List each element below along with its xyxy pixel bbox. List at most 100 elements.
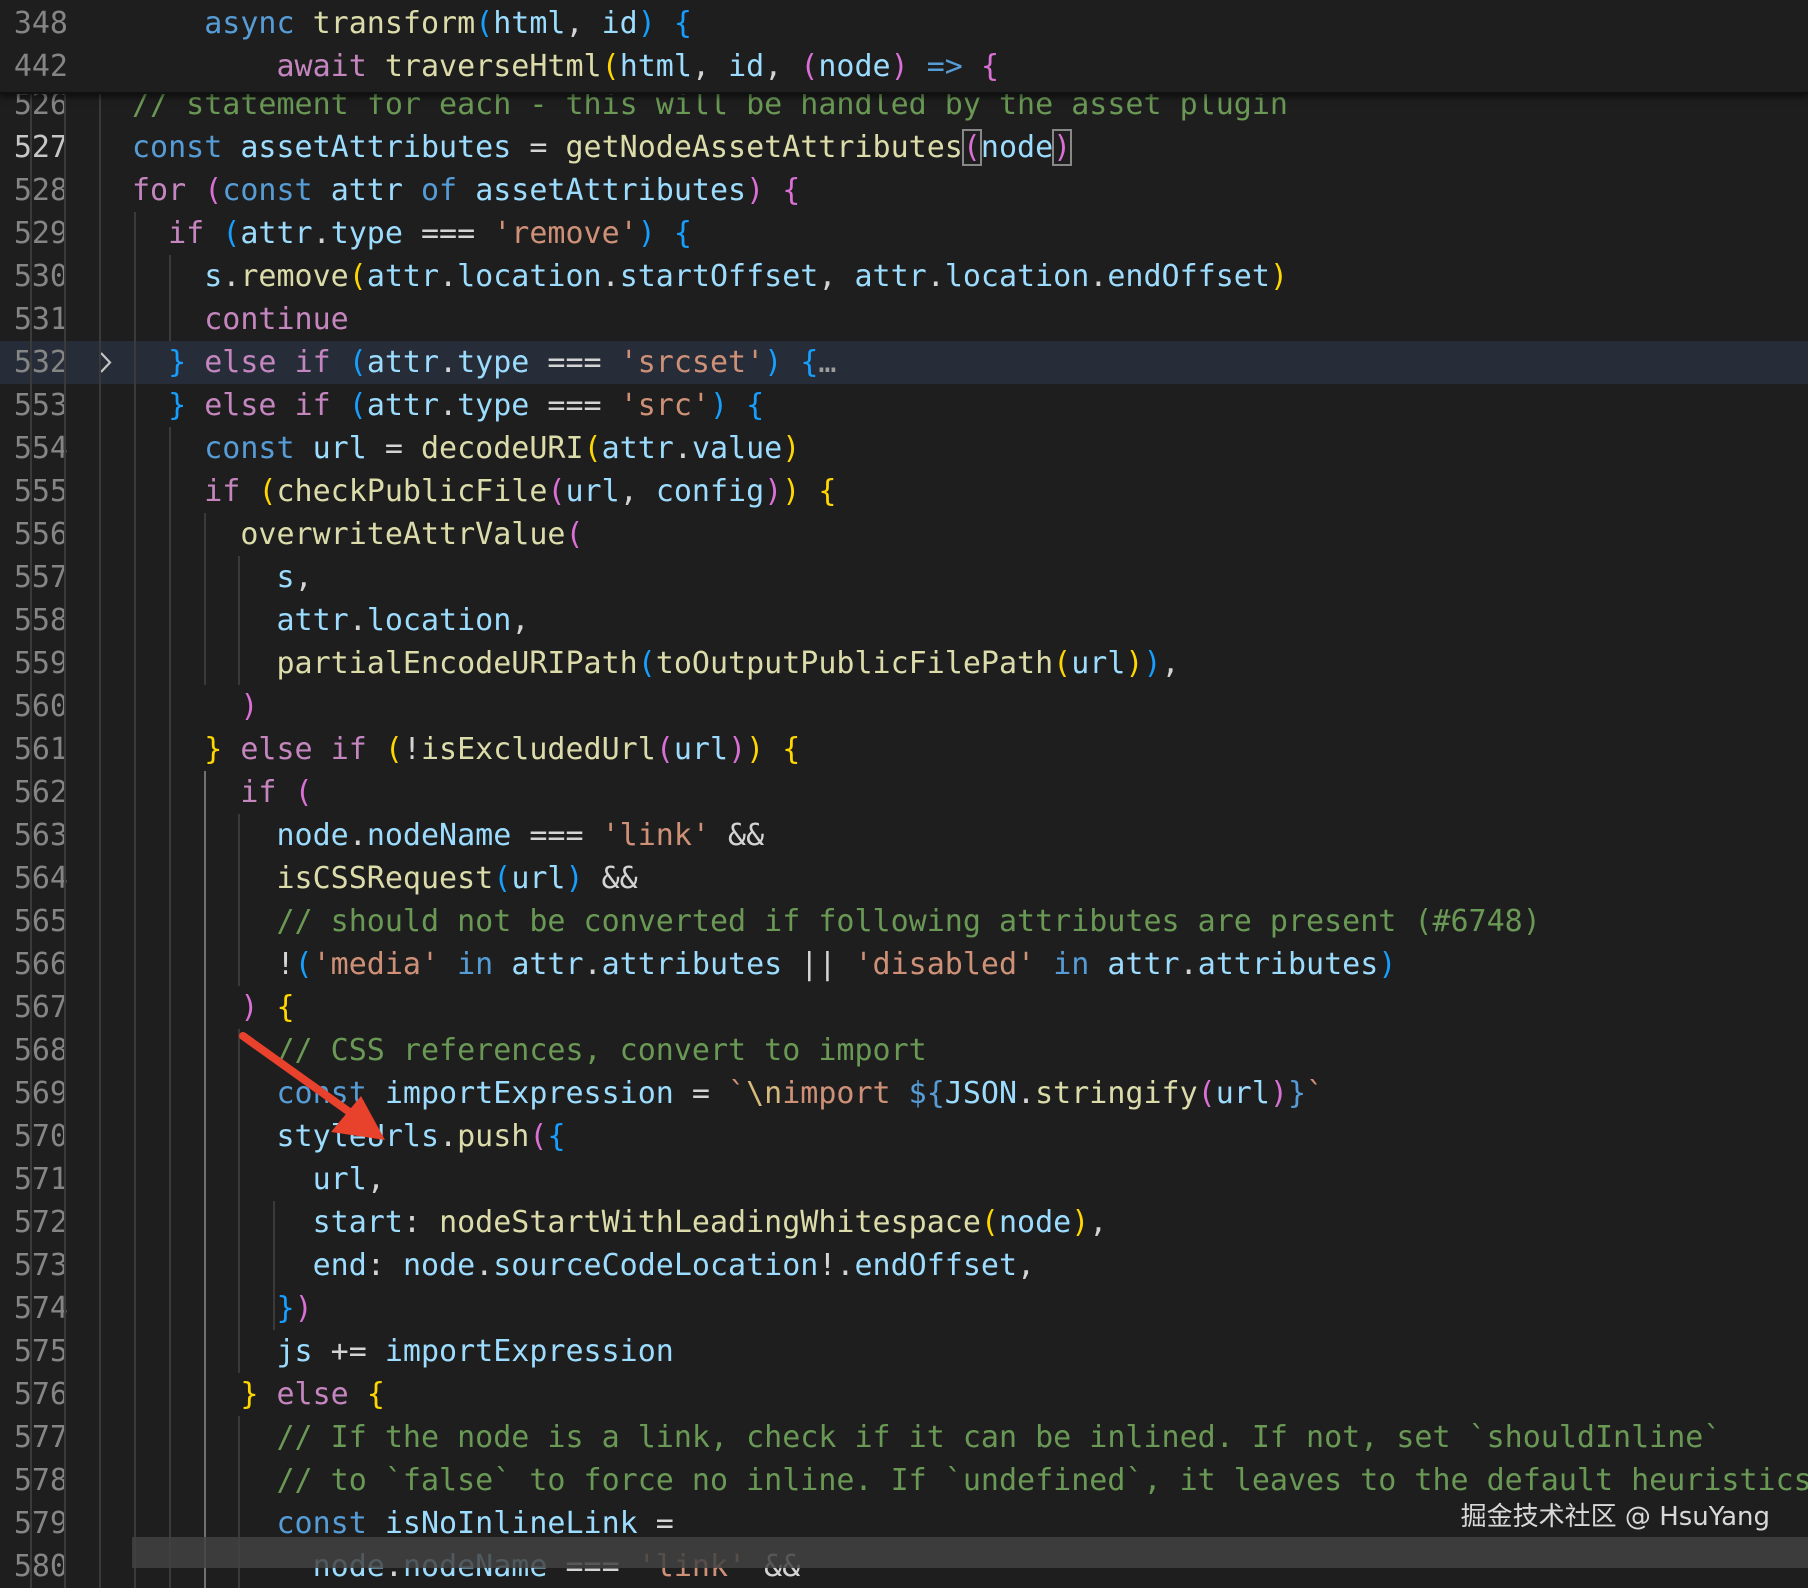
code-line[interactable]: 574 }) (0, 1287, 1808, 1330)
code-line[interactable]: 561 } else if (!isExcludedUrl(url)) { (0, 728, 1808, 771)
line-number[interactable]: 565 (0, 900, 68, 943)
code-line[interactable]: 567 ) { (0, 986, 1808, 1029)
line-number[interactable]: 574 (0, 1287, 68, 1330)
line-number[interactable]: 553 (0, 384, 68, 427)
line-number[interactable]: 561 (0, 728, 68, 771)
chevron-right-icon[interactable] (95, 341, 115, 384)
code-line[interactable]: 528 for (const attr of assetAttributes) { (0, 169, 1808, 212)
sticky-scroll-header[interactable]: 348 async transform(html, id) {442 await… (0, 0, 1808, 94)
code-text[interactable]: partialEncodeURIPath(toOutputPublicFileP… (132, 642, 1180, 685)
code-line[interactable]: 553 } else if (attr.type === 'src') { (0, 384, 1808, 427)
line-number[interactable]: 569 (0, 1072, 68, 1115)
code-text[interactable]: start: nodeStartWithLeadingWhitespace(no… (132, 1201, 1107, 1244)
code-line[interactable]: 560 ) (0, 685, 1808, 728)
code-line[interactable]: 531 continue (0, 298, 1808, 341)
line-number[interactable]: 568 (0, 1029, 68, 1072)
line-number[interactable]: 564 (0, 857, 68, 900)
code-text[interactable]: ) (132, 685, 258, 728)
line-number[interactable]: 559 (0, 642, 68, 685)
code-line[interactable]: 554 const url = decodeURI(attr.value) (0, 427, 1808, 470)
code-line[interactable]: 558 attr.location, (0, 599, 1808, 642)
line-number[interactable]: 555 (0, 470, 68, 513)
line-number[interactable]: 560 (0, 685, 68, 728)
line-number[interactable]: 577 (0, 1416, 68, 1459)
code-text[interactable]: !('media' in attr.attributes || 'disable… (132, 943, 1396, 986)
line-number[interactable]: 573 (0, 1244, 68, 1287)
code-text[interactable]: for (const attr of assetAttributes) { (132, 169, 800, 212)
code-text[interactable]: attr.location, (132, 599, 529, 642)
code-line[interactable]: 555 if (checkPublicFile(url, config)) { (0, 470, 1808, 513)
code-text[interactable]: if (checkPublicFile(url, config)) { (132, 470, 836, 513)
line-number[interactable]: 579 (0, 1502, 68, 1545)
code-text[interactable]: if (attr.type === 'remove') { (132, 212, 692, 255)
line-number[interactable]: 529 (0, 212, 68, 255)
code-line[interactable]: 577 // If the node is a link, check if i… (0, 1416, 1808, 1459)
code-line[interactable]: 559 partialEncodeURIPath(toOutputPublicF… (0, 642, 1808, 685)
code-text[interactable]: async transform(html, id) { (132, 2, 692, 45)
line-number[interactable]: 571 (0, 1158, 68, 1201)
code-text[interactable]: overwriteAttrValue( (132, 513, 584, 556)
code-text[interactable]: const assetAttributes = getNodeAssetAttr… (132, 126, 1071, 169)
line-number[interactable]: 567 (0, 986, 68, 1029)
code-text[interactable]: } else if (attr.type === 'srcset') {… (132, 341, 836, 384)
line-number[interactable]: 563 (0, 814, 68, 857)
line-number[interactable]: 576 (0, 1373, 68, 1416)
code-text[interactable]: end: node.sourceCodeLocation!.endOffset, (132, 1244, 1035, 1287)
code-text[interactable]: } else if (!isExcludedUrl(url)) { (132, 728, 800, 771)
line-number[interactable]: 531 (0, 298, 68, 341)
code-text[interactable]: }) (132, 1287, 313, 1330)
line-number[interactable]: 562 (0, 771, 68, 814)
code-line[interactable]: 573 end: node.sourceCodeLocation!.endOff… (0, 1244, 1808, 1287)
code-text[interactable]: continue (132, 298, 349, 341)
line-number[interactable]: 532 (0, 341, 68, 384)
code-line[interactable]: 575 js += importExpression (0, 1330, 1808, 1373)
code-text[interactable]: js += importExpression (132, 1330, 674, 1373)
code-text[interactable]: if ( (132, 771, 313, 814)
line-number[interactable]: 572 (0, 1201, 68, 1244)
code-text[interactable]: node.nodeName === 'link' && (132, 814, 764, 857)
code-line[interactable]: 572 start: nodeStartWithLeadingWhitespac… (0, 1201, 1808, 1244)
line-number[interactable]: 575 (0, 1330, 68, 1373)
code-line[interactable]: 571 url, (0, 1158, 1808, 1201)
code-line[interactable]: 557 s, (0, 556, 1808, 599)
line-number[interactable]: 348 (0, 2, 68, 45)
code-line[interactable]: 562 if ( (0, 771, 1808, 814)
line-number[interactable]: 578 (0, 1459, 68, 1502)
code-line[interactable]: 563 node.nodeName === 'link' && (0, 814, 1808, 857)
code-line[interactable]: 442 await traverseHtml(html, id, (node) … (0, 45, 1808, 88)
code-token: id (728, 49, 764, 84)
line-number[interactable]: 566 (0, 943, 68, 986)
code-line[interactable]: 348 async transform(html, id) { (0, 2, 1808, 45)
line-number[interactable]: 530 (0, 255, 68, 298)
code-editor[interactable]: 348 async transform(html, id) {442 await… (0, 0, 1808, 1568)
code-text[interactable]: const url = decodeURI(attr.value) (132, 427, 800, 470)
code-text[interactable]: ) { (132, 986, 295, 1029)
line-number[interactable]: 556 (0, 513, 68, 556)
line-number[interactable]: 528 (0, 169, 68, 212)
code-text[interactable]: s.remove(attr.location.startOffset, attr… (132, 255, 1288, 298)
code-line[interactable]: 556 overwriteAttrValue( (0, 513, 1808, 556)
line-number[interactable]: 570 (0, 1115, 68, 1158)
code-text[interactable]: } else if (attr.type === 'src') { (132, 384, 764, 427)
code-line[interactable]: 576 } else { (0, 1373, 1808, 1416)
code-line[interactable]: 565 // should not be converted if follow… (0, 900, 1808, 943)
line-number[interactable]: 580 (0, 1545, 68, 1588)
line-number[interactable]: 442 (0, 45, 68, 88)
code-line[interactable]: 527 const assetAttributes = getNodeAssetA… (0, 126, 1808, 169)
code-line[interactable]: 564 isCSSRequest(url) && (0, 857, 1808, 900)
code-line[interactable]: 530 s.remove(attr.location.startOffset, … (0, 255, 1808, 298)
line-number[interactable]: 557 (0, 556, 68, 599)
line-number[interactable]: 554 (0, 427, 68, 470)
code-line[interactable]: 566 !('media' in attr.attributes || 'dis… (0, 943, 1808, 986)
horizontal-scrollbar[interactable] (132, 1537, 1808, 1568)
code-text[interactable]: await traverseHtml(html, id, (node) => { (132, 45, 999, 88)
code-token: if (295, 388, 331, 423)
code-text[interactable]: s, (132, 556, 313, 599)
line-number[interactable]: 527 (0, 126, 68, 169)
code-line[interactable]: 532 } else if (attr.type === 'srcset') {… (0, 341, 1808, 384)
code-text[interactable]: isCSSRequest(url) && (132, 857, 638, 900)
code-text[interactable]: // should not be converted if following … (132, 900, 1541, 943)
line-number[interactable]: 558 (0, 599, 68, 642)
code-line[interactable]: 529 if (attr.type === 'remove') { (0, 212, 1808, 255)
code-text[interactable]: // If the node is a link, check if it ca… (132, 1416, 1721, 1459)
